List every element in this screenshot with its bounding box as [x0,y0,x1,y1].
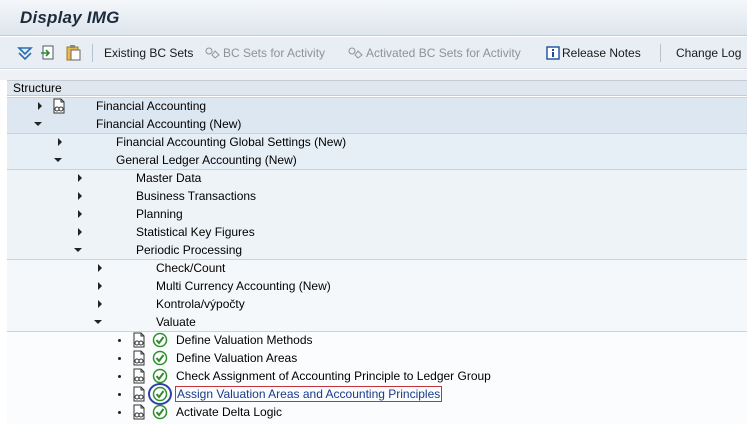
expand-subtree-icon[interactable] [16,44,34,62]
documentation-icon[interactable] [131,368,147,384]
bc-set-icon [205,47,220,59]
change-log-button[interactable]: Change Log [676,45,741,63]
existing-bc-sets-button[interactable]: Existing BC Sets [104,45,193,63]
img-structure-tree: Financial Accounting Financial Accountin… [7,97,747,424]
execute-activity-icon[interactable] [152,404,168,420]
highlight-circle [148,383,172,405]
release-notes-label: Release Notes [562,46,641,60]
tree-node-label: Check/Count [156,261,226,275]
expand-arrow-icon[interactable] [38,102,42,110]
expand-arrow-icon[interactable] [78,174,82,182]
leaf-bullet [118,357,121,360]
documentation-icon[interactable] [131,386,147,402]
tree-node-general-ledger-new[interactable]: General Ledger Accounting (New) [7,151,747,169]
tree-node-valuate[interactable]: Valuate [7,313,747,331]
tree-node-periodic-processing[interactable]: Periodic Processing [7,241,747,259]
expand-arrow-icon[interactable] [78,210,82,218]
activity-activate-delta-logic[interactable]: Activate Delta Logic [7,403,747,421]
activity-label: Define Valuation Areas [176,351,298,365]
collapse-arrow-icon[interactable] [94,320,102,324]
documentation-icon[interactable] [131,404,147,420]
tree-node-label: Master Data [136,171,202,185]
expand-arrow-icon[interactable] [78,228,82,236]
release-notes-button[interactable]: Release Notes [546,45,641,63]
tree-node-kontrola[interactable]: Kontrola/výpočty [7,295,747,313]
tree-node-check-count[interactable]: Check/Count [7,259,747,277]
documentation-icon[interactable] [131,350,147,366]
paste-icon[interactable] [64,44,82,62]
bc-set-icon [348,47,363,59]
tree-node-multi-currency[interactable]: Multi Currency Accounting (New) [7,277,747,295]
collapse-arrow-icon[interactable] [74,248,82,252]
tree-node-planning[interactable]: Planning [7,205,747,223]
tree-node-label: Financial Accounting [96,99,207,113]
title-bar: Display IMG [0,0,747,36]
expand-arrow-icon[interactable] [98,300,102,308]
tree-node-statistical-key-figures[interactable]: Statistical Key Figures [7,223,747,241]
activity-label: Define Valuation Methods [176,333,313,347]
toolbar-separator [660,44,661,62]
tree-node-label: Business Transactions [136,189,257,203]
expand-arrow-icon[interactable] [58,138,62,146]
activity-define-valuation-areas[interactable]: Define Valuation Areas [7,349,747,367]
expand-arrow-icon[interactable] [98,264,102,272]
bc-sets-for-activity-label: BC Sets for Activity [223,46,326,60]
window-title: Display IMG [20,8,120,27]
tree-node-label: Kontrola/výpočty [156,297,245,311]
tree-node-business-transactions[interactable]: Business Transactions [7,187,747,205]
leaf-bullet [118,339,121,342]
leaf-bullet [118,411,121,414]
execute-activity-icon[interactable] [152,332,168,348]
tree-node-label: Valuate [156,315,196,329]
execute-activity-icon[interactable] [152,350,168,366]
tree-node-label: General Ledger Accounting (New) [116,153,297,167]
structure-header-label: Structure [13,81,62,95]
info-icon [546,46,560,60]
leaf-bullet [118,393,121,396]
tree-node-label: Multi Currency Accounting (New) [156,279,331,293]
collapse-arrow-icon[interactable] [34,122,42,126]
expand-arrow-icon[interactable] [98,282,102,290]
activity-label: Activate Delta Logic [176,405,283,419]
structure-header: Structure [7,80,747,96]
execute-activity-icon[interactable] [152,368,168,384]
tree-node-label: Financial Accounting (New) [96,117,242,131]
activity-label: Assign Valuation Areas and Accounting Pr… [175,386,443,402]
application-toolbar: Existing BC Sets BC Sets for Activity Ac… [0,37,747,69]
find-icon[interactable] [40,44,58,62]
tree-node-master-data[interactable]: Master Data [7,169,747,187]
documentation-icon[interactable] [131,332,147,348]
tree-node-label: Statistical Key Figures [136,225,255,239]
expand-arrow-icon[interactable] [78,192,82,200]
leaf-bullet [118,375,121,378]
activity-label: Check Assignment of Accounting Principle… [176,369,491,383]
toolbar-gap [0,70,747,80]
documentation-icon[interactable] [51,98,67,114]
tree-node-financial-accounting[interactable]: Financial Accounting [7,97,747,115]
activated-bc-sets-label: Activated BC Sets for Activity [366,46,521,60]
toolbar-separator [92,44,93,62]
tree-node-label: Planning [136,207,183,221]
activity-check-assignment[interactable]: Check Assignment of Accounting Principle… [7,367,747,385]
tree-node-financial-accounting-new[interactable]: Financial Accounting (New) [7,115,747,133]
activated-bc-sets-button[interactable]: Activated BC Sets for Activity [348,45,521,63]
activity-define-valuation-methods[interactable]: Define Valuation Methods [7,331,747,349]
collapse-arrow-icon[interactable] [54,158,62,162]
tree-node-label: Periodic Processing [136,243,243,257]
bc-sets-for-activity-button[interactable]: BC Sets for Activity [205,45,325,63]
tree-node-label: Financial Accounting Global Settings (Ne… [116,135,347,149]
tree-node-fi-global-settings[interactable]: Financial Accounting Global Settings (Ne… [7,133,747,151]
activity-assign-valuation-areas[interactable]: Assign Valuation Areas and Accounting Pr… [7,383,747,405]
